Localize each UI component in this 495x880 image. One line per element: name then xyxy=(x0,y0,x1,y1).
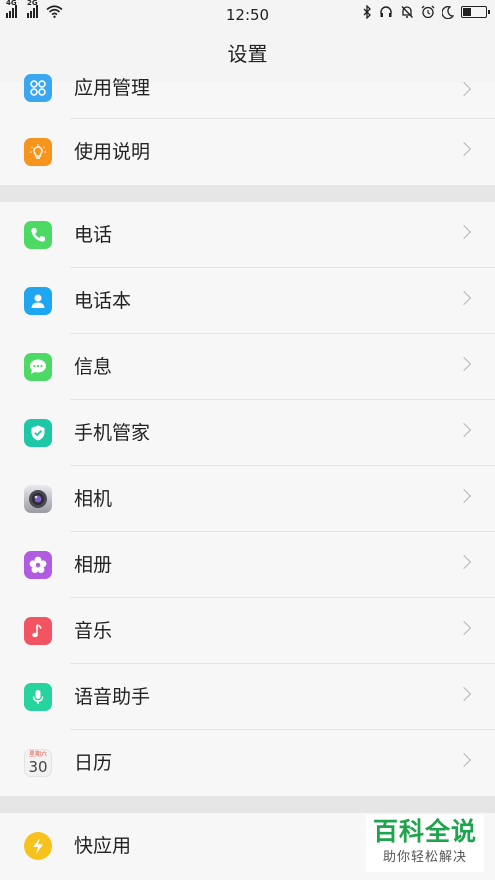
settings-item-calendar[interactable]: 星期六 30 日历 xyxy=(0,730,495,796)
settings-item-label: 相册 xyxy=(74,554,113,576)
app-manage-icon xyxy=(24,74,52,102)
shield-icon xyxy=(24,419,52,447)
headset-icon xyxy=(380,6,392,17)
settings-item-camera[interactable]: 相机 xyxy=(0,466,495,532)
chevron-right-icon xyxy=(456,81,472,97)
chevron-right-icon xyxy=(456,141,472,157)
chevron-right-icon xyxy=(456,488,472,504)
status-right xyxy=(363,5,490,19)
lightning-icon xyxy=(24,832,52,860)
chevron-right-icon xyxy=(456,620,472,636)
settings-item-label: 日历 xyxy=(74,752,113,774)
settings-item-gallery[interactable]: 相册 xyxy=(0,532,495,598)
status-bar: 4G 2G 12:50 xyxy=(0,0,495,28)
settings-section: 应用管理 使用说明 xyxy=(0,74,495,185)
music-icon xyxy=(24,617,52,645)
section-gap xyxy=(0,796,495,813)
settings-item-voice-assistant[interactable]: 语音助手 xyxy=(0,664,495,730)
settings-item-phone[interactable]: 电话 xyxy=(0,202,495,268)
bulb-icon xyxy=(24,138,52,166)
chevron-right-icon xyxy=(456,752,472,768)
settings-item-guide[interactable]: 使用说明 xyxy=(0,119,495,185)
settings-item-phone-manager[interactable]: 手机管家 xyxy=(0,400,495,466)
mute-icon xyxy=(401,6,413,18)
settings-item-label: 使用说明 xyxy=(74,141,151,163)
chevron-right-icon xyxy=(456,290,472,306)
settings-item-label: 音乐 xyxy=(74,620,113,642)
watermark: 百科全说 助你轻松解决 xyxy=(366,815,484,872)
phone-icon xyxy=(24,221,52,249)
chevron-right-icon xyxy=(456,686,472,702)
camera-icon xyxy=(24,485,52,513)
settings-item-label: 手机管家 xyxy=(74,422,151,444)
calendar-icon: 星期六 30 xyxy=(24,749,52,777)
settings-item-messages[interactable]: 信息 xyxy=(0,334,495,400)
chevron-right-icon xyxy=(456,422,472,438)
flower-icon xyxy=(24,551,52,579)
moon-icon xyxy=(442,5,454,19)
settings-list: 应用管理 使用说明 电话 电话本 信息 手机管家 相机 相册 音乐 语音助手 星… xyxy=(0,74,495,879)
watermark-subtitle: 助你轻松解决 xyxy=(382,850,467,865)
page-title: 设置 xyxy=(0,28,495,83)
section-gap xyxy=(0,185,495,202)
chevron-right-icon xyxy=(456,224,472,240)
calendar-day: 30 xyxy=(28,758,48,776)
alarm-icon xyxy=(421,5,435,19)
settings-item-label: 信息 xyxy=(74,356,113,378)
watermark-title: 百科全说 xyxy=(372,817,477,846)
chevron-right-icon xyxy=(456,554,472,570)
settings-item-label: 电话 xyxy=(74,224,113,246)
settings-item-label: 应用管理 xyxy=(74,77,151,99)
settings-section: 电话 电话本 信息 手机管家 相机 相册 音乐 语音助手 星期六 30 日历 xyxy=(0,202,495,796)
settings-item-contacts[interactable]: 电话本 xyxy=(0,268,495,334)
bluetooth-icon xyxy=(363,5,371,19)
settings-item-music[interactable]: 音乐 xyxy=(0,598,495,664)
settings-item-label: 相机 xyxy=(74,488,113,510)
chevron-right-icon xyxy=(456,356,472,372)
settings-item-label: 电话本 xyxy=(74,290,132,312)
battery-icon xyxy=(461,6,490,18)
contacts-icon xyxy=(24,287,52,315)
settings-item-app-manage[interactable]: 应用管理 xyxy=(0,74,495,119)
settings-item-label: 快应用 xyxy=(74,835,132,857)
message-icon xyxy=(24,353,52,381)
settings-item-label: 语音助手 xyxy=(74,686,151,708)
microphone-icon xyxy=(24,683,52,711)
